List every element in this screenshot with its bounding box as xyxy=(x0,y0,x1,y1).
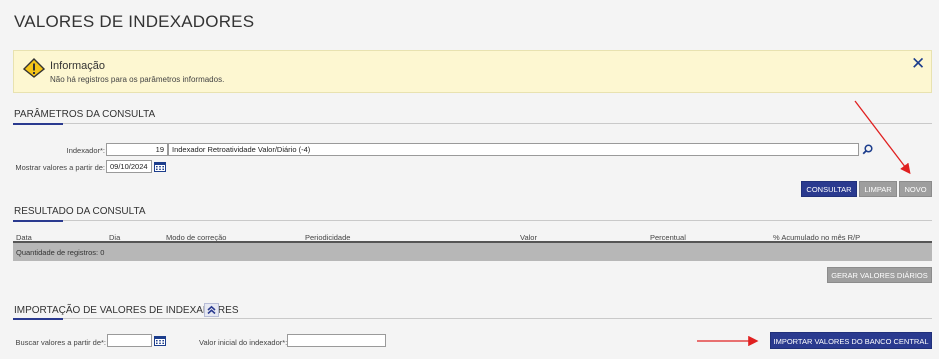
params-section-title: PARÂMETROS DA CONSULTA xyxy=(14,109,156,120)
params-section-accent xyxy=(13,123,63,125)
mostrar-valores-date-input[interactable]: 09/10/2024 xyxy=(106,160,152,173)
alert-message: Não há registros para os parâmetros info… xyxy=(50,75,225,84)
result-section-title: RESULTADO DA CONSULTA xyxy=(14,206,146,217)
record-count: Quantidade de registros: 0 xyxy=(16,248,105,257)
info-alert: Informação Não há registros para os parâ… xyxy=(13,50,932,93)
result-section-accent xyxy=(13,220,63,222)
mostrar-valores-label: Mostrar valores a partir de: xyxy=(15,163,105,172)
page-title: VALORES DE INDEXADORES xyxy=(14,12,255,31)
table-footer: Quantidade de registros: 0 xyxy=(13,243,932,261)
import-section-accent xyxy=(13,318,63,320)
valor-inicial-input[interactable] xyxy=(287,334,386,347)
search-icon[interactable] xyxy=(862,144,873,155)
indexador-description-input[interactable]: Indexador Retroatividade Valor/Diário (-… xyxy=(168,143,859,156)
valor-inicial-label: Valor inicial do indexador*: xyxy=(199,338,288,347)
result-section-rule xyxy=(13,220,932,221)
alert-title: Informação xyxy=(50,60,106,72)
warning-icon xyxy=(23,58,45,78)
importar-banco-central-button[interactable]: IMPORTAR VALORES DO BANCO CENTRAL xyxy=(770,332,932,349)
limpar-button[interactable]: LIMPAR xyxy=(859,181,897,197)
collapse-chevron-up-icon[interactable] xyxy=(204,303,219,317)
buscar-valores-label: Buscar valores a partir de*: xyxy=(15,338,106,347)
calendar-icon[interactable] xyxy=(154,335,166,346)
buscar-valores-date-input[interactable] xyxy=(107,334,152,347)
indexador-code-input[interactable]: 19 xyxy=(106,143,168,156)
consultar-button[interactable]: CONSULTAR xyxy=(801,181,857,197)
close-icon[interactable]: ✕ xyxy=(911,55,925,72)
import-section-rule xyxy=(13,318,932,319)
params-section-rule xyxy=(13,123,932,124)
annotation-arrow-novo xyxy=(854,100,911,175)
novo-button[interactable]: NOVO xyxy=(899,181,932,197)
gerar-valores-diarios-button[interactable]: GERAR VALORES DIÁRIOS xyxy=(827,267,932,283)
indexador-label: Indexador*: xyxy=(66,146,105,155)
calendar-icon[interactable] xyxy=(154,161,166,172)
